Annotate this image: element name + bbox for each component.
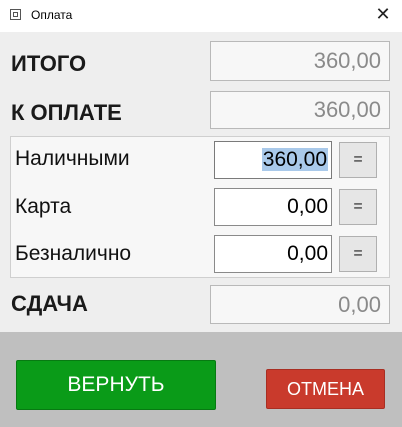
payment-methods-panel: Наличными 360,00 = Карта 0,00 = Безналич… bbox=[10, 136, 390, 278]
due-label: К ОПЛАТЕ bbox=[11, 100, 122, 125]
change-field: 0,00 bbox=[210, 285, 390, 324]
cash-label: Наличными bbox=[15, 147, 130, 170]
cashless-fill-button[interactable]: = bbox=[339, 236, 377, 272]
dialog-footer: ВЕРНУТЬ ОТМЕНА bbox=[0, 332, 402, 427]
return-button[interactable]: ВЕРНУТЬ bbox=[16, 360, 216, 410]
window-title: Оплата bbox=[31, 8, 73, 22]
due-field: 360,00 bbox=[210, 91, 390, 129]
cash-amount-input[interactable]: 360,00 bbox=[214, 141, 332, 179]
card-amount-input[interactable]: 0,00 bbox=[214, 188, 332, 226]
close-icon[interactable]: ✕ bbox=[364, 0, 402, 32]
title-bar: Оплата ✕ bbox=[0, 0, 402, 32]
cashless-label: Безналично bbox=[15, 242, 132, 265]
card-label: Карта bbox=[15, 195, 72, 218]
total-field: 360,00 bbox=[210, 41, 390, 81]
cash-fill-button[interactable]: = bbox=[339, 142, 377, 178]
cancel-button[interactable]: ОТМЕНА bbox=[266, 369, 385, 409]
change-label: СДАЧА bbox=[11, 291, 88, 316]
card-fill-button[interactable]: = bbox=[339, 189, 377, 225]
app-window-icon bbox=[10, 9, 21, 20]
cashless-amount-input[interactable]: 0,00 bbox=[214, 235, 332, 273]
cash-amount-value: 360,00 bbox=[261, 148, 328, 171]
total-label: ИТОГО bbox=[11, 51, 87, 76]
payment-form: ИТОГО 360,00 К ОПЛАТЕ 360,00 Наличными 3… bbox=[0, 32, 402, 332]
